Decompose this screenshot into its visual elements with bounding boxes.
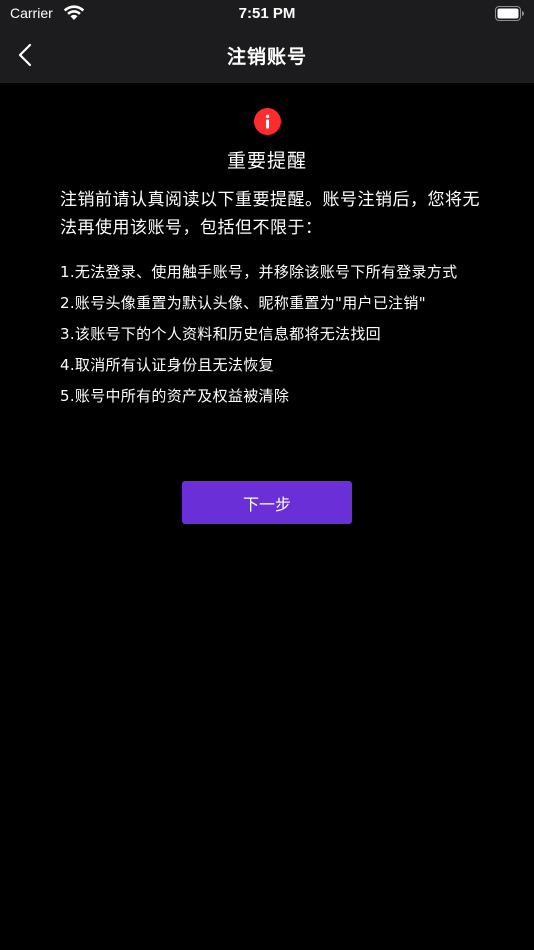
notice-heading: 重要提醒 [226,150,307,172]
status-time: 7:51 PM [238,5,296,22]
list-item: 1.无法登录、使用触手账号，并移除该账号下所有登录方式 [60,263,458,281]
list-item: 5.账号中所有的资产及权益被清除 [60,387,290,405]
notice-intro: 注销前请认真阅读以下重要提醒。账号注销后，您将无法再使用该账号，包括但不限于： [60,190,480,238]
notice-list: 1.无法登录、使用触手账号，并移除该账号下所有登录方式 2.账号头像重置为默认头… [60,260,480,415]
list-item: 4.取消所有认证身份且无法恢复 [60,356,274,374]
next-step-button[interactable]: 下一步 [182,481,352,524]
top-bar: Carrier 7:51 PM 注销账号 [0,0,534,83]
info-alert-icon [254,108,281,135]
nav-bar: 注销账号 [0,28,534,83]
battery-icon [495,6,524,21]
info-glyph-icon [265,114,270,129]
page-title: 注销账号 [226,46,307,68]
list-item: 3.该账号下的个人资料和历史信息都将无法找回 [60,325,381,343]
list-item: 2.账号头像重置为默认头像、昵称重置为"用户已注销" [60,294,426,312]
status-bar: Carrier 7:51 PM [0,0,534,28]
